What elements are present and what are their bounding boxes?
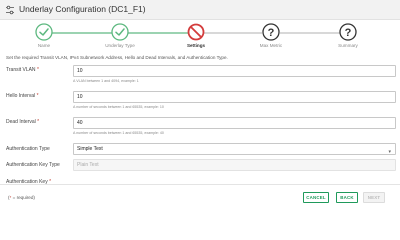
step-max-metric[interactable]: ? Max Metric — [241, 23, 301, 48]
title-bar: Underlay Configuration (DC1_F1) — [0, 0, 400, 20]
step-label: Settings — [186, 43, 206, 48]
dead-interval-label: Dead Interval * — [6, 119, 40, 125]
dead-interval-input[interactable]: 40 — [73, 117, 396, 129]
step-label: Name — [37, 43, 51, 48]
svg-text:?: ? — [268, 27, 275, 39]
sliders-icon — [6, 5, 14, 15]
step-underlay-type[interactable]: Underlay Type — [90, 23, 150, 48]
auth-type-label: Authentication Type — [6, 146, 50, 152]
check-icon — [111, 23, 129, 41]
auth-key-type-select[interactable]: Plain Text — [73, 159, 396, 171]
step-label: Summary — [338, 43, 358, 48]
hello-interval-hint: A number of seconds between 1 and 65535,… — [73, 105, 164, 109]
svg-text:?: ? — [345, 27, 352, 39]
chevron-down-icon: ▾ — [388, 149, 391, 155]
transit-vlan-hint: A VLAN between 1 and 4094, example: 1 — [73, 79, 139, 83]
transit-vlan-label: Transit VLAN * — [6, 67, 39, 73]
prohibited-icon — [187, 23, 205, 41]
transit-vlan-input[interactable]: 10 — [73, 65, 396, 77]
required-note: (* = required) — [8, 195, 35, 200]
next-button[interactable]: NEXT — [363, 192, 385, 203]
step-label: Max Metric — [259, 43, 283, 48]
hello-interval-input[interactable]: 10 — [73, 91, 396, 103]
step-name[interactable]: Name — [14, 23, 74, 48]
wizard-footer: (* = required) CANCEL BACK NEXT — [0, 184, 400, 209]
wizard-stepper: Name Underlay Type Settings ? Max Metric… — [0, 20, 400, 52]
required-asterisk: * — [36, 67, 39, 73]
back-button[interactable]: BACK — [336, 192, 358, 203]
required-asterisk: * — [36, 93, 39, 99]
form-description: Set the required Transit VLAN, IPv4 Subn… — [6, 55, 228, 60]
cancel-button[interactable]: CANCEL — [303, 192, 329, 203]
step-settings[interactable]: Settings — [166, 23, 226, 48]
step-summary[interactable]: ? Summary — [318, 23, 378, 48]
auth-key-type-label: Authentication Key Type — [6, 162, 60, 168]
step-label: Underlay Type — [105, 43, 135, 48]
window-title: Underlay Configuration (DC1_F1) — [19, 4, 146, 14]
hello-interval-label: Hello Interval * — [6, 93, 39, 99]
required-asterisk: * — [37, 119, 40, 125]
check-icon — [35, 23, 53, 41]
question-icon: ? — [339, 23, 357, 41]
auth-type-select[interactable]: Simple Text ▾ — [73, 143, 396, 155]
dead-interval-hint: A number of seconds between 1 and 65535,… — [73, 131, 164, 135]
question-icon: ? — [262, 23, 280, 41]
